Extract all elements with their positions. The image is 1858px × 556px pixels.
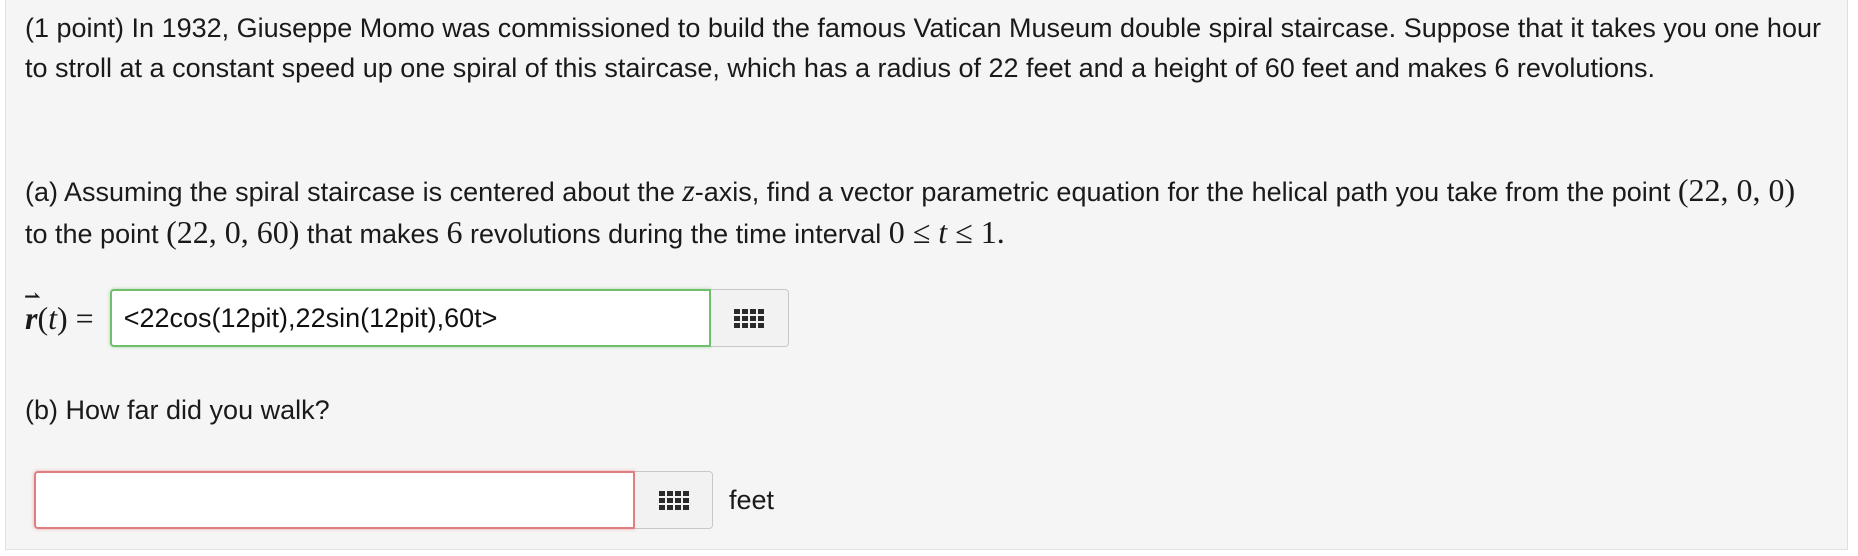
part-b-equation-editor-button[interactable] [635, 471, 713, 529]
end-point: (22, 0, 60) [166, 214, 300, 250]
part-a-input-group: <22cos(12pit),22sin(12pit),60t> [109, 289, 789, 347]
unit-label: feet [729, 484, 775, 515]
part-a-text: revolutions during the time interval [462, 219, 889, 249]
vector-arrow-icon: ⇀ [24, 285, 41, 308]
z-variable: z [682, 172, 695, 208]
equation-editor-grid-icon [734, 308, 765, 328]
part-b-input-group [34, 471, 713, 529]
part-a-answer-row: ⇀ r(t) = <22cos(12pit),22sin(12pit),60t> [24, 286, 789, 347]
intro-text: (1 point) In 1932, Giuseppe Momo was com… [25, 13, 1821, 83]
part-a-equation-editor-button[interactable] [710, 289, 789, 347]
part-a-text: -axis, find a vector parametric equation… [694, 177, 1678, 207]
vector-r: ⇀ r [24, 286, 41, 337]
problem-panel: (1 point) In 1932, Giuseppe Momo was com… [5, 0, 1848, 550]
part-a-question: (a) Assuming the spiral staircase is cen… [25, 170, 1825, 254]
interval-lower: 0 ≤ [888, 214, 939, 250]
equation-editor-grid-icon [658, 490, 689, 510]
part-b-answer-row: feet [34, 471, 774, 529]
revolutions-count: 6 [446, 214, 463, 250]
interval-t: t [938, 214, 948, 250]
paren-close-equals: ) = [57, 299, 94, 336]
part-b-question: (b) How far did you walk? [25, 390, 330, 430]
vector-r-label: ⇀ r(t) = [24, 286, 94, 337]
part-b-answer-input[interactable] [34, 471, 635, 529]
t-symbol: t [48, 299, 57, 336]
part-b-text: (b) How far did you walk? [25, 395, 330, 425]
part-a-answer-input[interactable]: <22cos(12pit),22sin(12pit),60t> [109, 289, 711, 347]
start-point: (22, 0, 0) [1677, 172, 1796, 208]
part-a-text: to the point [25, 219, 167, 249]
problem-intro: (1 point) In 1932, Giuseppe Momo was com… [25, 8, 1825, 88]
part-a-text: that makes [299, 219, 447, 249]
interval-upper: ≤ 1. [947, 214, 1005, 250]
part-a-text: (a) Assuming the spiral staircase is cen… [25, 177, 683, 207]
